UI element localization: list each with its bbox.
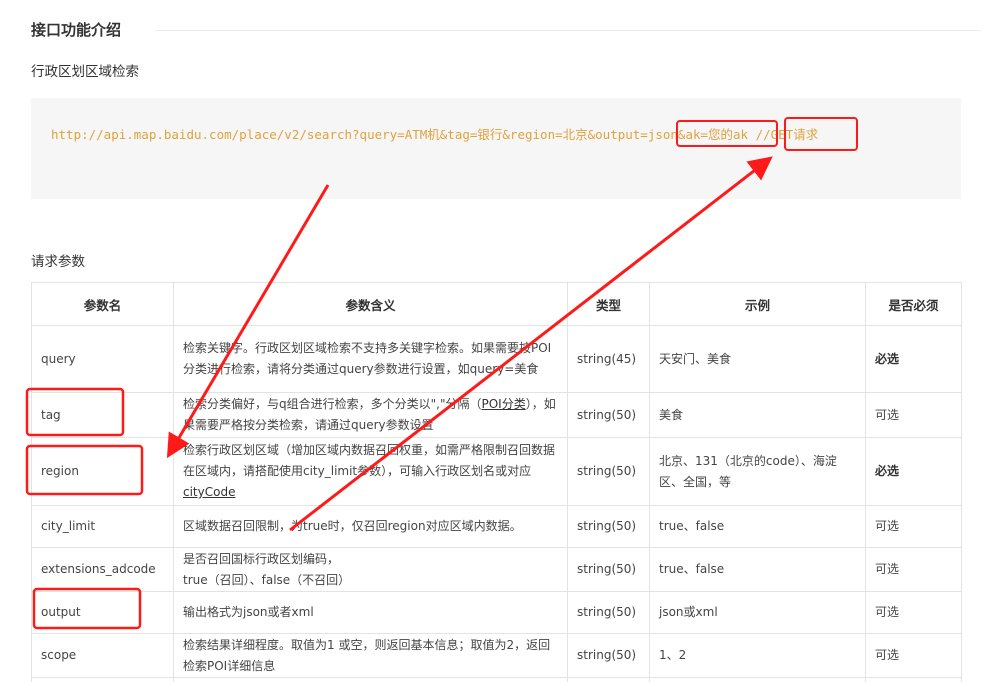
param-desc: 检索关键字。行政区划区域检索不支持多关键字检索。如果需要按POI分类进行检索，请…: [173, 325, 568, 393]
param-required: 必选: [865, 325, 962, 393]
param-required: 可选: [865, 505, 962, 548]
param-type: string(45): [567, 325, 650, 393]
param-required: 可选: [865, 547, 962, 592]
param-required: 必选: [865, 437, 962, 506]
param-type: string(50): [567, 437, 650, 506]
param-example: 北京、131（北京的code）、海淀区、全国，等: [649, 437, 866, 506]
poi-category-link[interactable]: POI分类: [481, 397, 525, 411]
param-name: output: [31, 591, 174, 634]
param-name: extensions_adcode: [31, 547, 174, 592]
param-required: 可选: [865, 591, 962, 634]
header-param-name: 参数名: [31, 282, 174, 326]
table-header-row: 参数名 参数含义 类型 示例 是否必须: [31, 282, 962, 326]
table-row: tag 检索分类偏好，与q组合进行检索，多个分类以","分隔（POI分类），如果…: [31, 392, 962, 438]
table-row: output 输出格式为json或者xml string(50) json或xm…: [31, 591, 962, 634]
param-desc: 检索分类偏好，与q组合进行检索，多个分类以","分隔（POI分类），如果需要严格…: [173, 392, 568, 438]
desc-text: 检索分类偏好，与q组合进行检索，多个分类以","分隔（: [183, 397, 482, 411]
header-type: 类型: [567, 282, 650, 326]
param-name: scope: [31, 633, 174, 678]
param-desc: 是否召回国标行政区划编码， true（召回）、false（不召回）: [173, 547, 568, 592]
header-param-meaning: 参数含义: [173, 282, 568, 326]
param-type: string(50): [567, 633, 650, 678]
param-example: true、false: [649, 547, 866, 592]
param-desc: 检索行政区划区域（增加区域内数据召回权重，如需严格限制召回数据在区域内，请搭配使…: [173, 437, 568, 506]
param-type: string(50): [567, 505, 650, 548]
params-table: 参数名 参数含义 类型 示例 是否必须 query 检索关键字。行政区划区域检索…: [31, 282, 962, 682]
param-name: region: [31, 437, 174, 506]
param-example: 美食: [649, 392, 866, 438]
param-type: string(50): [567, 392, 650, 438]
citycode-link[interactable]: cityCode: [183, 485, 235, 499]
table-row: scope 检索结果详细程度。取值为1 或空，则返回基本信息；取值为2，返回检索…: [31, 633, 962, 678]
table-row: query 检索关键字。行政区划区域检索不支持多关键字检索。如果需要按POI分类…: [31, 325, 962, 393]
desc-line: true（召回）、false（不召回）: [183, 572, 351, 587]
desc-text: 检索行政区划区域（增加区域内数据召回权重，如需严格限制召回数据在区域内，请搭配使…: [183, 443, 556, 478]
table-row: city_limit 区域数据召回限制，为true时，仅召回region对应区域…: [31, 505, 962, 548]
param-required: 可选: [865, 633, 962, 678]
param-type: string(50): [567, 591, 650, 634]
header-required: 是否必须: [865, 282, 962, 326]
section-subtitle: 行政区划区域检索: [31, 64, 139, 80]
param-desc: 检索结果详细程度。取值为1 或空，则返回基本信息；取值为2，返回检索POI详细信…: [173, 633, 568, 678]
param-example: 天安门、美食: [649, 325, 866, 393]
param-name: tag: [31, 392, 174, 438]
param-example: 1、2: [649, 633, 866, 678]
request-url[interactable]: http://api.map.baidu.com/place/v2/search…: [51, 120, 941, 150]
section-title-divider: [155, 30, 981, 31]
section-title: 接口功能介绍: [31, 21, 122, 39]
param-example: json或xml: [649, 591, 866, 634]
param-name: query: [31, 325, 174, 393]
desc-line: 是否召回国标行政区划编码，: [183, 551, 340, 566]
table-row: region 检索行政区划区域（增加区域内数据召回权重，如需严格限制召回数据在区…: [31, 437, 962, 506]
header-example: 示例: [649, 282, 866, 326]
param-type: string(50): [567, 547, 650, 592]
param-desc: 区域数据召回限制，为true时，仅召回region对应区域内数据。: [173, 505, 568, 548]
code-block: http://api.map.baidu.com/place/v2/search…: [31, 98, 961, 199]
param-name: city_limit: [31, 505, 174, 548]
params-label: 请求参数: [31, 254, 85, 270]
param-example: true、false: [649, 505, 866, 548]
table-row-partial: [31, 677, 962, 682]
table-row: extensions_adcode 是否召回国标行政区划编码， true（召回）、…: [31, 547, 962, 592]
param-desc: 输出格式为json或者xml: [173, 591, 568, 634]
param-required: 可选: [865, 392, 962, 438]
